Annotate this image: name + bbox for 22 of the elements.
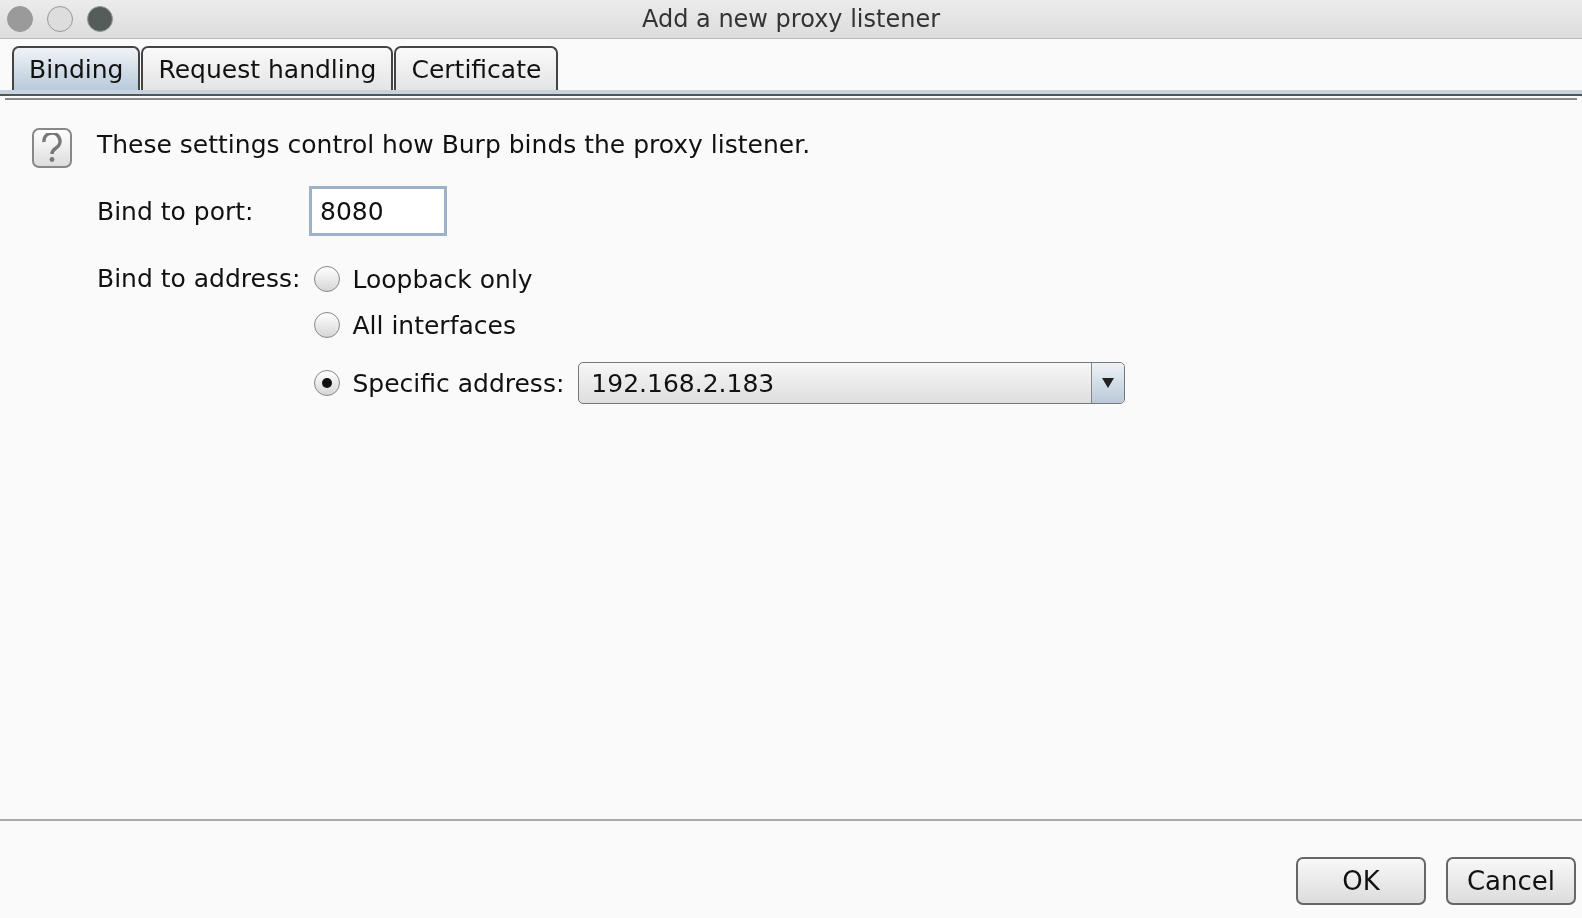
cancel-button[interactable]: Cancel	[1446, 857, 1576, 905]
description-text: These settings control how Burp binds the proxy listener.	[97, 130, 811, 159]
radio-option[interactable]: Specific address:	[314, 368, 565, 398]
close-icon[interactable]	[7, 6, 33, 32]
tab[interactable]: Certificate	[394, 46, 559, 90]
ok-button[interactable]: OK	[1296, 857, 1426, 905]
radio-button[interactable]	[314, 370, 341, 396]
tab[interactable]: Request handling	[141, 46, 394, 90]
tab[interactable]: Binding	[12, 46, 141, 90]
zoom-icon[interactable]	[87, 6, 113, 32]
port-label: Bind to port:	[97, 196, 255, 226]
radio-option[interactable]: Loopback only	[314, 264, 533, 294]
address-dropdown[interactable]: 192.168.2.183	[578, 362, 1126, 404]
address-label: Bind to address:	[97, 263, 301, 295]
help-icon[interactable]	[32, 128, 72, 168]
radio-button[interactable]	[314, 266, 341, 292]
caret-icon	[1101, 377, 1116, 389]
window-title: Add a new proxy listener	[641, 5, 941, 33]
radio-option[interactable]: All interfaces	[314, 310, 516, 340]
minimize-icon[interactable]	[47, 6, 73, 32]
port-field[interactable]: 8080	[309, 186, 447, 236]
radio-button[interactable]	[314, 312, 341, 338]
